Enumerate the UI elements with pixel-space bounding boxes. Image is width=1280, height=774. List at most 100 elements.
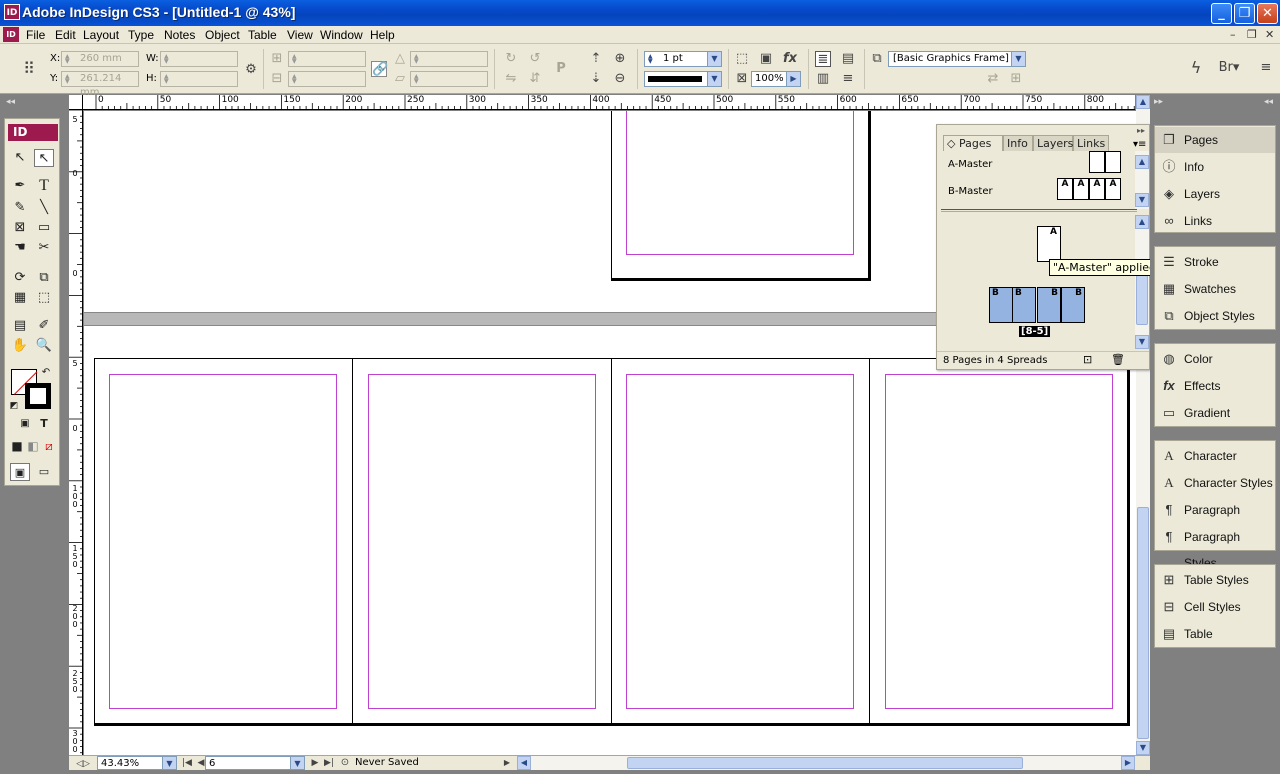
ruler-origin[interactable]	[69, 95, 83, 110]
default-fill-stroke-icon[interactable]: ◩	[8, 397, 20, 415]
scroll-right-button[interactable]: ▶	[1121, 756, 1135, 770]
rotation-field[interactable]: ▲ ▼	[410, 51, 488, 67]
zoom-tool-icon[interactable]: 🔍	[34, 337, 54, 355]
x-field[interactable]: ▲ ▼ 260 mm	[61, 51, 139, 67]
y-field[interactable]: ▲ ▼ 261.214 mm	[61, 71, 139, 98]
document-icon[interactable]: ID	[3, 27, 19, 42]
menu-layout[interactable]: Layout	[83, 28, 119, 42]
tab-links[interactable]: Links	[1073, 135, 1109, 151]
line-tool-icon[interactable]: ╲	[34, 199, 54, 217]
master-b-label[interactable]: B-Master	[948, 186, 993, 197]
dock-paragraph-styles[interactable]: ¶ Paragraph Styles	[1155, 524, 1275, 570]
menu-type[interactable]: Type	[128, 28, 154, 42]
vertical-ruler[interactable]: 5 0 0 5 0 1 0 0 1 5 0 2 0 0 2 5 0 3 0 0	[69, 110, 83, 755]
page-upper[interactable]	[611, 111, 871, 281]
link-scale-icon[interactable]: 🔗	[371, 61, 388, 77]
rotate-cw-icon[interactable]: ↻	[503, 51, 519, 67]
indesign-app-icon[interactable]: ID	[4, 4, 20, 20]
menu-table[interactable]: Table	[248, 28, 277, 42]
apply-none-icon[interactable]: ⧄	[39, 437, 59, 455]
page-number-field[interactable]: 6 ▼	[205, 756, 305, 770]
gradient-tool-icon[interactable]: ▦	[10, 289, 30, 307]
dock-character-styles[interactable]: A Character Styles	[1155, 470, 1275, 496]
rotate-ccw-icon[interactable]: ↺	[527, 51, 543, 67]
scroll-left-button[interactable]: ◀	[517, 756, 531, 770]
scroll-up-button[interactable]: ▲	[1136, 95, 1150, 109]
scale-x-field[interactable]: ▲ ▼	[288, 51, 366, 67]
master-b-page-1[interactable]: A	[1057, 178, 1073, 200]
select-previous-icon[interactable]: ⊕	[612, 51, 628, 67]
selection-tool-icon[interactable]: ↖	[10, 149, 30, 167]
doc-close-button[interactable]: ✕	[1265, 28, 1274, 41]
reference-point-icon[interactable]: ⠿	[18, 58, 40, 80]
height-field[interactable]: ▲ ▼	[160, 71, 238, 87]
formatting-text-icon[interactable]: T	[34, 415, 54, 433]
panel-menu-icon[interactable]: ▾≡	[1133, 139, 1146, 150]
stroke-weight-field[interactable]: ▲ ▼ 1 pt ▼	[644, 51, 722, 67]
flip-horizontal-icon[interactable]: ⇋	[503, 71, 519, 87]
panel-collapse-icon[interactable]: ▸▸	[1137, 126, 1145, 135]
swap-fill-stroke-icon[interactable]: ↶	[40, 364, 52, 382]
quick-apply-icon[interactable]: ϟ	[1188, 60, 1204, 76]
dock-layers[interactable]: ◈ Layers	[1155, 181, 1275, 207]
spread-page-3[interactable]: B	[1037, 287, 1061, 323]
tab-pages[interactable]: ◇ Pages ✕	[943, 135, 1003, 163]
align-bottom-icon[interactable]: ≡	[840, 71, 856, 87]
spread-page-2[interactable]: B	[1012, 287, 1036, 323]
dock-paragraph[interactable]: ¶ Paragraph	[1155, 497, 1275, 523]
master-b-page-2[interactable]: A	[1073, 178, 1089, 200]
new-style-icon[interactable]: ⊞	[1008, 71, 1024, 87]
master-a-page-left[interactable]	[1089, 151, 1105, 173]
menu-notes[interactable]: Notes	[164, 28, 195, 42]
eyedropper-tool-icon[interactable]: ✐	[34, 317, 54, 335]
vertical-scroll-thumb[interactable]	[1137, 507, 1149, 739]
stroke-type-dropdown[interactable]: ▼	[644, 71, 722, 87]
note-tool-icon[interactable]: ▤	[10, 317, 30, 335]
scale-y-field[interactable]: ▲ ▼	[288, 71, 366, 87]
dock-table-styles[interactable]: ⊞ Table Styles	[1155, 567, 1275, 593]
minimize-button[interactable]: _	[1211, 3, 1232, 24]
collapse-left-icon[interactable]: ◂◂	[6, 97, 15, 107]
close-button[interactable]: ✕	[1257, 3, 1278, 24]
horizontal-scroll-thumb[interactable]	[627, 757, 1023, 769]
delete-page-icon[interactable]: 🗑	[1111, 353, 1125, 366]
dock-object-styles[interactable]: ⧉ Object Styles	[1155, 303, 1275, 329]
normal-view-icon[interactable]: ▣	[10, 463, 30, 481]
menu-help[interactable]: Help	[370, 28, 395, 42]
hand-tool-icon[interactable]: ✋	[10, 337, 30, 355]
gradient-feather-tool-icon[interactable]: ⬚	[34, 289, 54, 307]
menu-edit[interactable]: Edit	[55, 28, 76, 42]
dock-cell-styles[interactable]: ⊟ Cell Styles	[1155, 594, 1275, 620]
masters-scrollbar[interactable]: ▲ ▼	[1135, 151, 1149, 209]
master-b-page-4[interactable]: A	[1105, 178, 1121, 200]
align-top-icon[interactable]: ▥	[815, 71, 831, 87]
flip-vertical-icon[interactable]: ⇵	[527, 71, 543, 87]
maximize-button[interactable]: ❐	[1234, 3, 1255, 24]
constrain-proportions-icon[interactable]: ⚙	[243, 62, 259, 78]
width-field[interactable]: ▲ ▼	[160, 51, 238, 67]
scale-tool-icon[interactable]: ⧉	[34, 269, 54, 287]
new-page-icon[interactable]: ⊡	[1083, 353, 1092, 366]
master-a-label[interactable]: A-Master	[948, 159, 992, 170]
drop-shadow-icon[interactable]: ▣	[758, 51, 774, 67]
status-menu-button[interactable]: ▶	[499, 755, 515, 771]
dock-swatches[interactable]: ▦ Swatches	[1155, 276, 1275, 302]
dock-expand-icon[interactable]: ▸▸	[1154, 97, 1163, 107]
dock-info[interactable]: ⓘ Info	[1155, 154, 1275, 180]
opacity-field[interactable]: 100% ▶	[751, 71, 801, 87]
dock-pages[interactable]: ❐ Pages	[1155, 127, 1275, 153]
master-b-page-3[interactable]: A	[1089, 178, 1105, 200]
rectangle-frame-tool-icon[interactable]: ⊠	[10, 219, 30, 237]
tab-layers[interactable]: Layers	[1033, 135, 1073, 151]
scroll-down-button[interactable]: ▼	[1136, 741, 1150, 755]
dock-gradient[interactable]: ▭ Gradient	[1155, 400, 1275, 426]
panel-divider[interactable]	[941, 209, 1137, 212]
spread-lower[interactable]	[94, 358, 1130, 726]
dock-effects[interactable]: fx Effects	[1155, 373, 1275, 399]
pencil-tool-icon[interactable]: ✎	[10, 199, 30, 217]
menu-file[interactable]: File	[26, 28, 45, 42]
toggle-view-icon[interactable]: ◁▷	[75, 756, 91, 772]
single-page-thumb[interactable]: A	[1037, 226, 1061, 262]
spread-page-4[interactable]: B	[1061, 287, 1085, 323]
dock-links[interactable]: ∞ Links	[1155, 208, 1275, 234]
